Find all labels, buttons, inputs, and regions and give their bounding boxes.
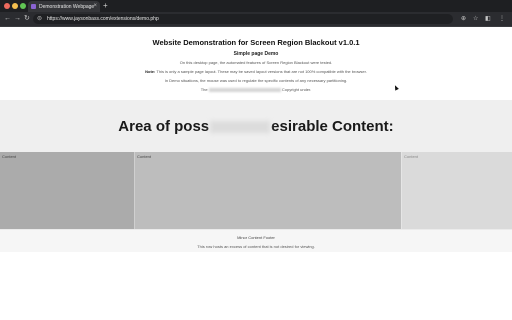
url-text[interactable]: https://www.jaysonbass.com/extensions/de…	[47, 15, 159, 23]
content-heading-suffix: esirable Content:	[271, 118, 394, 135]
footer-title: Minor Content Footer	[237, 235, 275, 240]
favicon-icon	[31, 4, 36, 9]
description-line-2: Note: This is only a sample page layout.…	[0, 69, 512, 74]
footer-text: This row hosts an excess of content that…	[197, 244, 315, 249]
content-columns: Content Content Content	[0, 152, 512, 229]
column-label: Content	[404, 154, 419, 159]
extension-icon[interactable]: ◧	[485, 14, 491, 24]
reload-icon[interactable]: ↻	[24, 14, 30, 24]
blacked-out-region	[208, 87, 281, 92]
description-line-4-suffix: Copyright under.	[281, 87, 312, 92]
tab-title: Demonstration Webpage	[39, 3, 95, 10]
browser-toolbar: ← → ↻ ⊜ https://www.jaysonbass.com/exten…	[0, 12, 512, 27]
content-column-3: Content	[401, 152, 512, 229]
menu-icon[interactable]: ⋮	[499, 14, 505, 24]
web-page: Website Demonstration for Screen Region …	[0, 27, 512, 320]
content-heading-prefix: Area of poss	[118, 118, 210, 135]
note-label: Note:	[145, 69, 156, 74]
browser-tab[interactable]: Demonstration Webpage ×	[28, 1, 100, 12]
browser-tab-bar: Demonstration Webpage × +	[0, 0, 512, 12]
column-label: Content	[2, 154, 17, 159]
zoom-icon[interactable]: ⊕	[461, 14, 466, 24]
forward-arrow-icon[interactable]: →	[14, 14, 21, 24]
description-line-1: On this desktop page, the automated feat…	[179, 60, 333, 65]
description-line-3: In Demo situations, the mouse was used t…	[164, 78, 348, 83]
page-subtitle: Simple page Demo	[233, 51, 279, 57]
page-header: Website Demonstration for Screen Region …	[0, 27, 512, 100]
minimize-window-icon[interactable]	[12, 3, 18, 9]
blacked-out-region	[210, 121, 271, 134]
content-heading: Area of poss esirable Content:	[0, 118, 512, 135]
site-info-icon[interactable]: ⊜	[37, 15, 42, 23]
maximize-window-icon[interactable]	[20, 3, 26, 9]
close-window-icon[interactable]	[4, 3, 10, 9]
content-area: Area of poss esirable Content:	[0, 100, 512, 152]
content-column-2: Content	[134, 152, 402, 229]
column-label: Content	[137, 154, 152, 159]
description-line-4: The Copyright under.	[0, 87, 512, 92]
bookmark-star-icon[interactable]: ☆	[473, 14, 478, 24]
back-arrow-icon[interactable]: ←	[4, 14, 11, 24]
content-column-1: Content	[0, 152, 134, 229]
tab-close-icon[interactable]: ×	[93, 2, 97, 10]
new-tab-icon[interactable]: +	[103, 1, 108, 11]
page-title: Website Demonstration for Screen Region …	[152, 38, 360, 47]
address-bar[interactable]: ⊜ https://www.jaysonbass.com/extensions/…	[33, 14, 453, 24]
page-footer: Minor Content Footer This row hosts an e…	[0, 229, 512, 252]
note-text: This is only a sample page layout. These…	[156, 69, 367, 74]
description-line-4-prefix: The	[200, 87, 208, 92]
